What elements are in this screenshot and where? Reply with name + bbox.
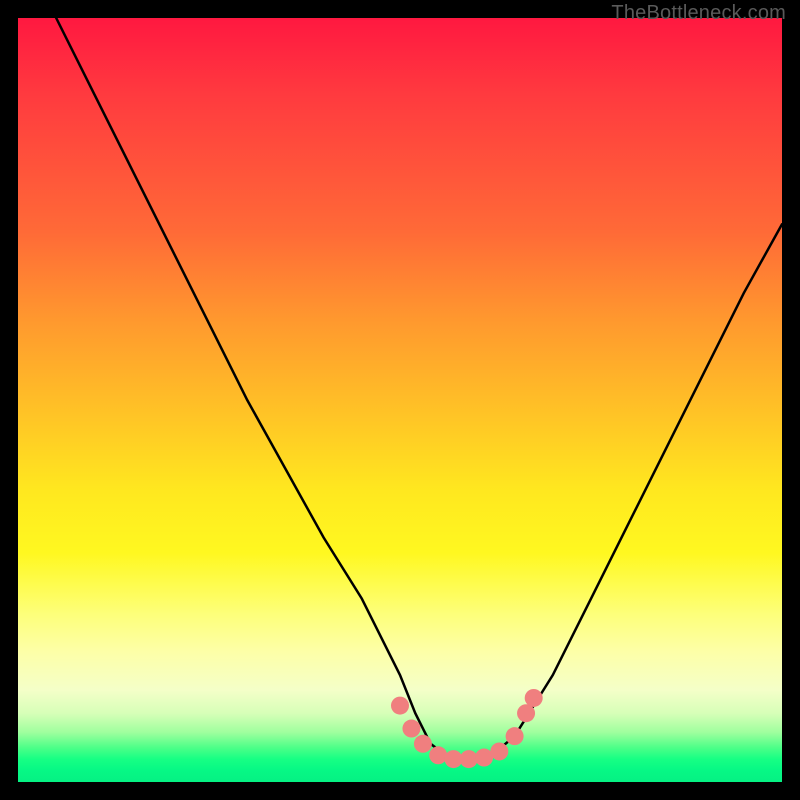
trough-marker-10 — [525, 689, 543, 707]
trough-marker-7 — [490, 742, 508, 760]
plot-area — [18, 18, 782, 782]
trough-marker-8 — [506, 727, 524, 745]
trough-marker-0 — [391, 697, 409, 715]
trough-marker-2 — [414, 735, 432, 753]
bottleneck-curve — [56, 18, 782, 759]
trough-marker-9 — [517, 704, 535, 722]
chart-frame: TheBottleneck.com — [0, 0, 800, 800]
attribution-label: TheBottleneck.com — [611, 2, 786, 25]
trough-marker-5 — [460, 750, 478, 768]
trough-marker-3 — [429, 746, 447, 764]
bottleneck-curve-svg — [18, 18, 782, 782]
trough-marker-1 — [402, 720, 420, 738]
